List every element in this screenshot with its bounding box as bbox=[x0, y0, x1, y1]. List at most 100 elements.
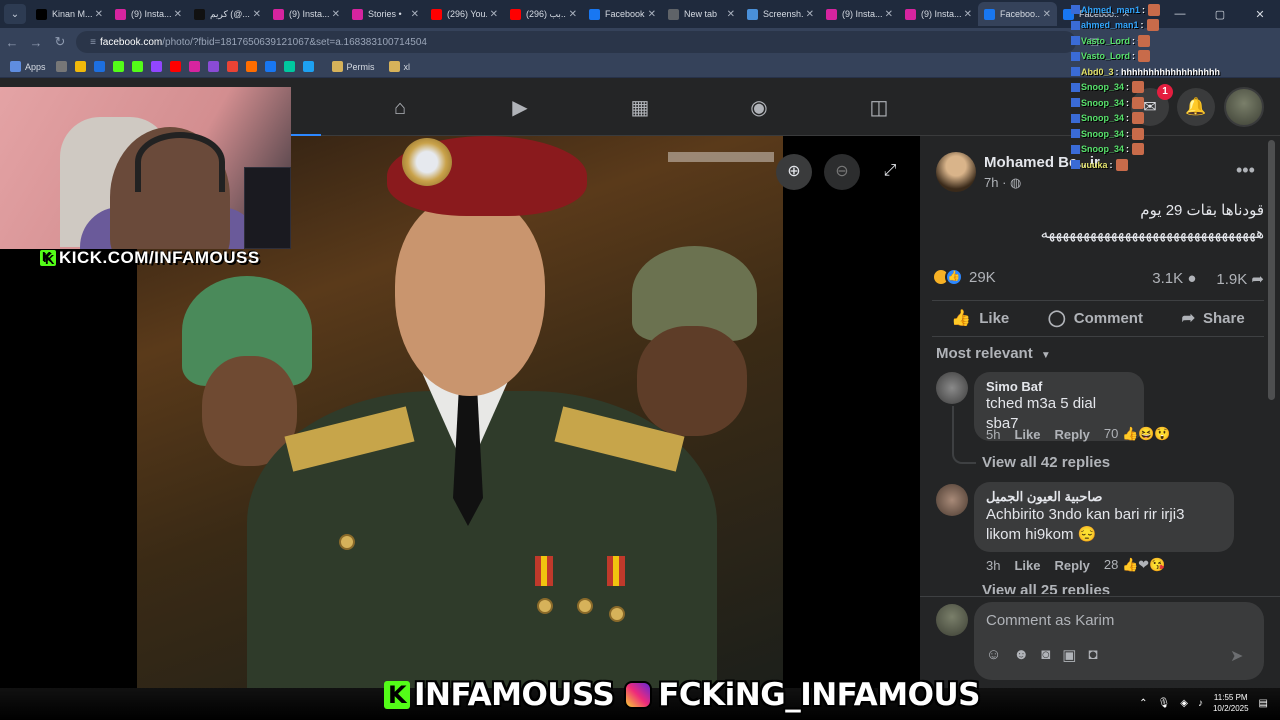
comment-time[interactable]: 5h bbox=[986, 427, 1000, 442]
browser-tab[interactable]: Screensh...✕ bbox=[741, 2, 820, 26]
grid-icon[interactable] bbox=[55, 61, 67, 72]
bookmark-icon[interactable] bbox=[283, 61, 295, 72]
tab-close-icon[interactable]: ✕ bbox=[95, 9, 103, 20]
tab-close-icon[interactable]: ✕ bbox=[490, 9, 498, 20]
bookmark-folder-permis[interactable]: Permis bbox=[347, 62, 375, 72]
fullscreen-icon[interactable]: ⤢ bbox=[879, 160, 901, 182]
sticker-icon[interactable]: ◘ bbox=[1088, 646, 1097, 664]
kick-icon[interactable] bbox=[131, 61, 143, 72]
tab-close-icon[interactable]: ✕ bbox=[727, 9, 735, 20]
camera-icon[interactable]: ◙ bbox=[1041, 646, 1050, 664]
bookmark-icon[interactable] bbox=[207, 61, 219, 72]
notification-center-icon[interactable]: ▤ bbox=[1259, 698, 1268, 709]
browser-tab[interactable]: (9) Insta... ✕ bbox=[267, 2, 346, 26]
browser-tab[interactable]: Facebook ✕ bbox=[583, 2, 662, 26]
binance-icon[interactable] bbox=[74, 61, 86, 72]
comment-input[interactable]: Comment as Karim bbox=[986, 612, 1114, 629]
bookmark-icon[interactable] bbox=[264, 61, 276, 72]
composer-tools: ☺ ☻ ◙ ▣ ◘ bbox=[986, 646, 1097, 664]
gmail-icon[interactable] bbox=[226, 61, 238, 72]
url-bar[interactable]: ≡ facebook.com /photo/?fbid=181765063912… bbox=[76, 31, 1076, 53]
home-icon[interactable]: ⌂ bbox=[388, 96, 412, 120]
composer-avatar[interactable] bbox=[936, 604, 968, 636]
comment-like-button[interactable]: Like bbox=[1014, 558, 1040, 573]
site-info-icon[interactable]: ≡ bbox=[86, 37, 100, 48]
video-icon[interactable]: ▶ bbox=[508, 96, 532, 120]
browser-tab[interactable]: (296) بب...✕ bbox=[504, 2, 583, 26]
commenter-name[interactable]: صاحبية العيون الجميل bbox=[986, 489, 1222, 505]
commenter-name[interactable]: Simo Baf bbox=[986, 379, 1132, 394]
comments-count-group[interactable]: 3.1K ● bbox=[1152, 270, 1196, 288]
post-time[interactable]: 7h bbox=[984, 175, 998, 190]
comment-like-button[interactable]: Like bbox=[1014, 427, 1040, 442]
bookmark-icon[interactable] bbox=[245, 61, 257, 72]
comment-reaction-count-group[interactable]: 28 👍❤😘 bbox=[1104, 557, 1165, 573]
zoom-in-icon[interactable]: ⊕ bbox=[776, 154, 812, 190]
tray-chevron-icon[interactable]: ⌃ bbox=[1139, 698, 1147, 709]
tab-close-icon[interactable]: ✕ bbox=[648, 9, 656, 20]
gif-icon[interactable]: ▣ bbox=[1062, 646, 1076, 664]
tab-favicon-icon bbox=[905, 8, 916, 20]
sort-dropdown[interactable]: Most relevant ▼ bbox=[936, 345, 1051, 362]
tab-close-icon[interactable]: ✕ bbox=[806, 9, 814, 20]
shares-count-group[interactable]: 1.9K ➦ bbox=[1216, 270, 1264, 288]
tab-close-icon[interactable]: ✕ bbox=[1043, 9, 1051, 20]
kick-icon[interactable] bbox=[112, 61, 124, 72]
post-author-avatar[interactable] bbox=[936, 152, 976, 192]
commenter-avatar[interactable] bbox=[936, 484, 968, 516]
tab-close-icon[interactable]: ✕ bbox=[885, 9, 893, 20]
tab-title: (9) Insta... bbox=[842, 9, 882, 19]
tab-close-icon[interactable]: ✕ bbox=[569, 9, 577, 20]
bookmark-icon[interactable] bbox=[302, 61, 314, 72]
tab-close-icon[interactable]: ✕ bbox=[964, 9, 972, 20]
comment-time[interactable]: 3h bbox=[986, 558, 1000, 573]
bookmark-apps[interactable]: Apps bbox=[25, 62, 46, 72]
tab-close-icon[interactable]: ✕ bbox=[253, 9, 261, 20]
browser-tab[interactable]: (9) Insta... ✕ bbox=[820, 2, 899, 26]
comment-reply-button[interactable]: Reply bbox=[1054, 427, 1089, 442]
groups-icon[interactable]: ◉ bbox=[747, 96, 771, 120]
browser-tab[interactable]: New tab ✕ bbox=[662, 2, 741, 26]
browser-tab[interactable]: Stories • ✕ bbox=[346, 2, 425, 26]
twitch-icon[interactable] bbox=[150, 61, 162, 72]
zoom-out-icon[interactable]: ⊖ bbox=[824, 154, 860, 190]
reload-icon[interactable]: ↻ bbox=[48, 34, 72, 50]
browser-tab[interactable]: Kinan M... ✕ bbox=[30, 2, 109, 26]
thumbs-up-icon: 👍 bbox=[951, 310, 972, 327]
view-replies-link[interactable]: View all 42 replies bbox=[982, 454, 1110, 471]
commenter-avatar[interactable] bbox=[936, 372, 968, 404]
browser-tab[interactable]: كريم (@... ✕ bbox=[188, 2, 267, 26]
like-button[interactable]: 👍 Like bbox=[951, 308, 1009, 328]
panel-scrollbar[interactable] bbox=[1268, 140, 1275, 400]
instagram-icon[interactable] bbox=[188, 61, 200, 72]
comment-button[interactable]: ◯ Comment bbox=[1048, 308, 1143, 328]
volume-icon[interactable]: ♪ bbox=[1198, 698, 1203, 709]
avatar-sticker-icon[interactable]: ☺ bbox=[986, 646, 1001, 664]
marketplace-icon[interactable]: ▦ bbox=[628, 96, 652, 120]
microphone-icon[interactable]: 🎙 bbox=[1158, 698, 1171, 709]
comment-reply-button[interactable]: Reply bbox=[1054, 558, 1089, 573]
view-replies-link[interactable]: View all 25 replies bbox=[982, 582, 1110, 594]
comment-reaction-count-group[interactable]: 70 👍😆😲 bbox=[1104, 426, 1171, 442]
reaction-summary[interactable]: 👍 29K bbox=[932, 268, 996, 286]
emoji-icon[interactable]: ☻ bbox=[1013, 646, 1029, 664]
bookmark-folder-xl[interactable]: xl bbox=[404, 62, 411, 72]
browser-tab[interactable]: (9) Insta... ✕ bbox=[899, 2, 978, 26]
send-icon[interactable]: ➤ bbox=[1230, 646, 1243, 666]
forward-icon[interactable]: → bbox=[24, 35, 48, 50]
bookmark-icon[interactable] bbox=[93, 61, 105, 72]
tab-close-icon[interactable]: ✕ bbox=[174, 9, 182, 20]
tab-search-icon[interactable]: ⌄ bbox=[4, 4, 26, 24]
network-icon[interactable]: ◈ bbox=[1180, 698, 1188, 709]
browser-tab[interactable]: (9) Insta... ✕ bbox=[109, 2, 188, 26]
tab-close-icon[interactable]: ✕ bbox=[411, 9, 419, 20]
tab-close-icon[interactable]: ✕ bbox=[332, 9, 340, 20]
gaming-icon[interactable]: ◫ bbox=[867, 96, 891, 120]
youtube-icon[interactable] bbox=[169, 61, 181, 72]
folder-icon bbox=[388, 61, 400, 72]
browser-tab[interactable]: Faceboo... ✕ bbox=[978, 2, 1057, 26]
clock[interactable]: 11:55 PM 10/2/2025 bbox=[1213, 692, 1249, 714]
share-button[interactable]: ➦ Share bbox=[1182, 308, 1245, 328]
back-icon[interactable]: ← bbox=[0, 35, 24, 50]
browser-tab[interactable]: (296) You...✕ bbox=[425, 2, 504, 26]
